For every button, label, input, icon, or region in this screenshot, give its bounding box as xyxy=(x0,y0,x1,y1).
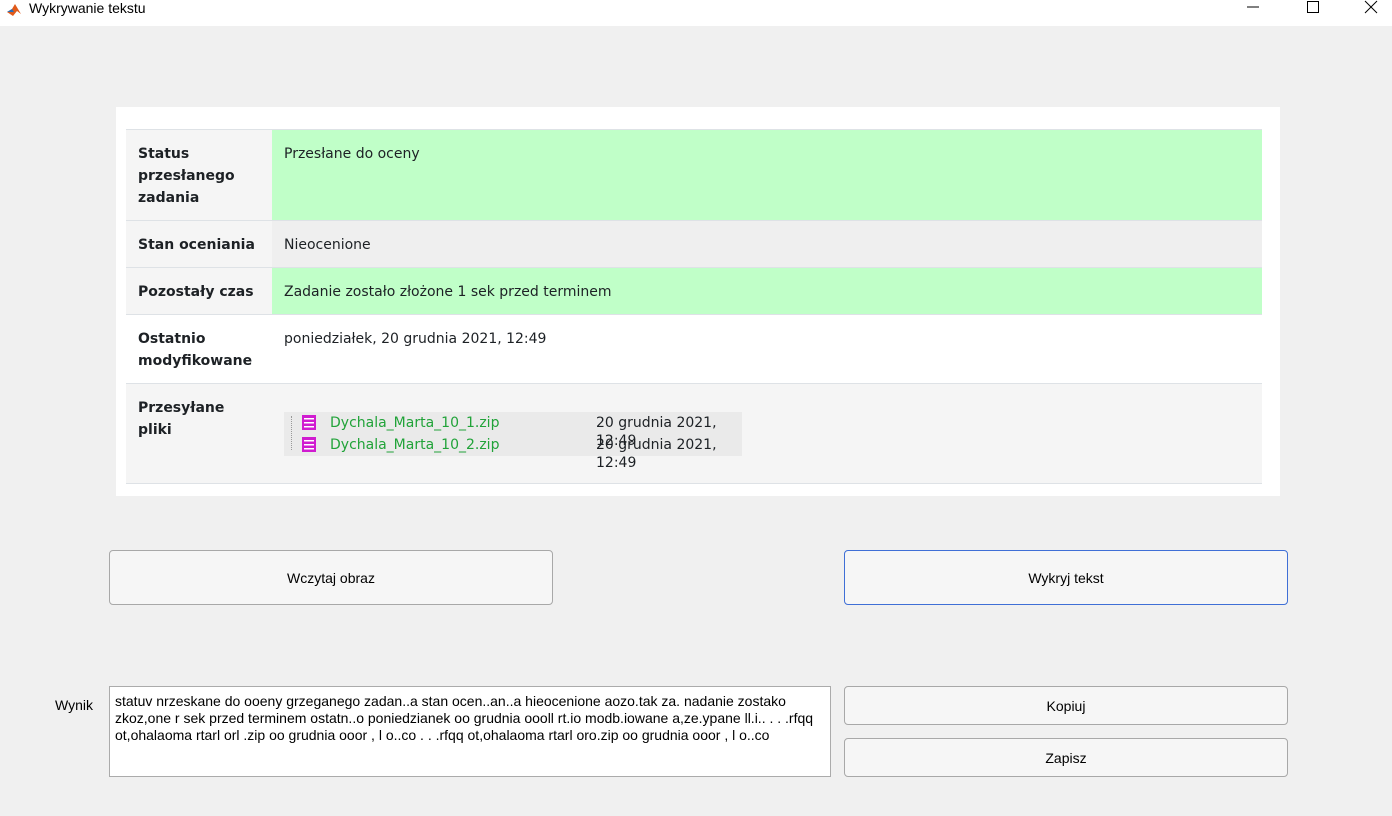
row-label: Status przesłanego zadania xyxy=(126,130,272,220)
title-bar: Wykrywanie tekstu xyxy=(0,0,1392,26)
row-value: poniedziałek, 20 grudnia 2021, 12:49 xyxy=(272,315,1262,383)
file-link: Dychala_Marta_10_1.zip xyxy=(330,415,500,431)
row-value: Dychala_Marta_10_1.zip 20 grudnia 2021, … xyxy=(272,384,1262,483)
row-value: Zadanie zostało złożone 1 sek przed term… xyxy=(272,268,1262,314)
table-row: Stan oceniania Nieocenione xyxy=(126,220,1262,267)
row-value: Nieocenione xyxy=(272,221,1262,267)
copy-button[interactable]: Kopiuj xyxy=(844,686,1288,725)
table-row: Ostatnio modyfikowane poniedziałek, 20 g… xyxy=(126,314,1262,383)
row-label: Pozostały czas xyxy=(126,268,272,314)
archive-file-icon xyxy=(302,437,316,452)
row-label: Ostatnio modyfikowane xyxy=(126,315,272,383)
table-row: Status przesłanego zadania Przesłane do … xyxy=(126,129,1262,220)
row-label: Stan oceniania xyxy=(126,221,272,267)
loaded-image: Status przesłanego zadania Przesłane do … xyxy=(116,107,1280,496)
result-textarea[interactable]: statuv nrzeskane do ooeny grzeganego zad… xyxy=(109,686,831,777)
row-label: Przesyłane pliki xyxy=(126,384,272,483)
table-row: Przesyłane pliki Dychala_Marta_10_1.zip … xyxy=(126,383,1262,484)
load-image-button[interactable]: Wczytaj obraz xyxy=(109,550,553,605)
submission-status-table: Status przesłanego zadania Przesłane do … xyxy=(126,129,1262,484)
window-title: Wykrywanie tekstu xyxy=(29,0,146,16)
table-row: Pozostały czas Zadanie zostało złożone 1… xyxy=(126,267,1262,314)
detect-text-button[interactable]: Wykryj tekst xyxy=(844,550,1288,605)
archive-file-icon xyxy=(302,415,316,430)
file-date: 20 grudnia 2021, 12:49 xyxy=(596,437,717,471)
maximize-icon[interactable] xyxy=(1298,0,1328,16)
file-link: Dychala_Marta_10_2.zip xyxy=(330,437,500,453)
row-value: Przesłane do oceny xyxy=(272,130,1262,220)
file-list: Dychala_Marta_10_1.zip 20 grudnia 2021, … xyxy=(284,412,742,471)
close-icon[interactable] xyxy=(1356,0,1386,16)
minimize-icon[interactable] xyxy=(1238,0,1268,16)
result-label: Wynik xyxy=(55,697,93,713)
save-button[interactable]: Zapisz xyxy=(844,738,1288,777)
list-item: Dychala_Marta_10_1.zip 20 grudnia 2021, … xyxy=(284,412,742,449)
matlab-logo-icon xyxy=(6,2,22,18)
list-item: Dychala_Marta_10_2.zip 20 grudnia 2021, … xyxy=(284,434,742,471)
